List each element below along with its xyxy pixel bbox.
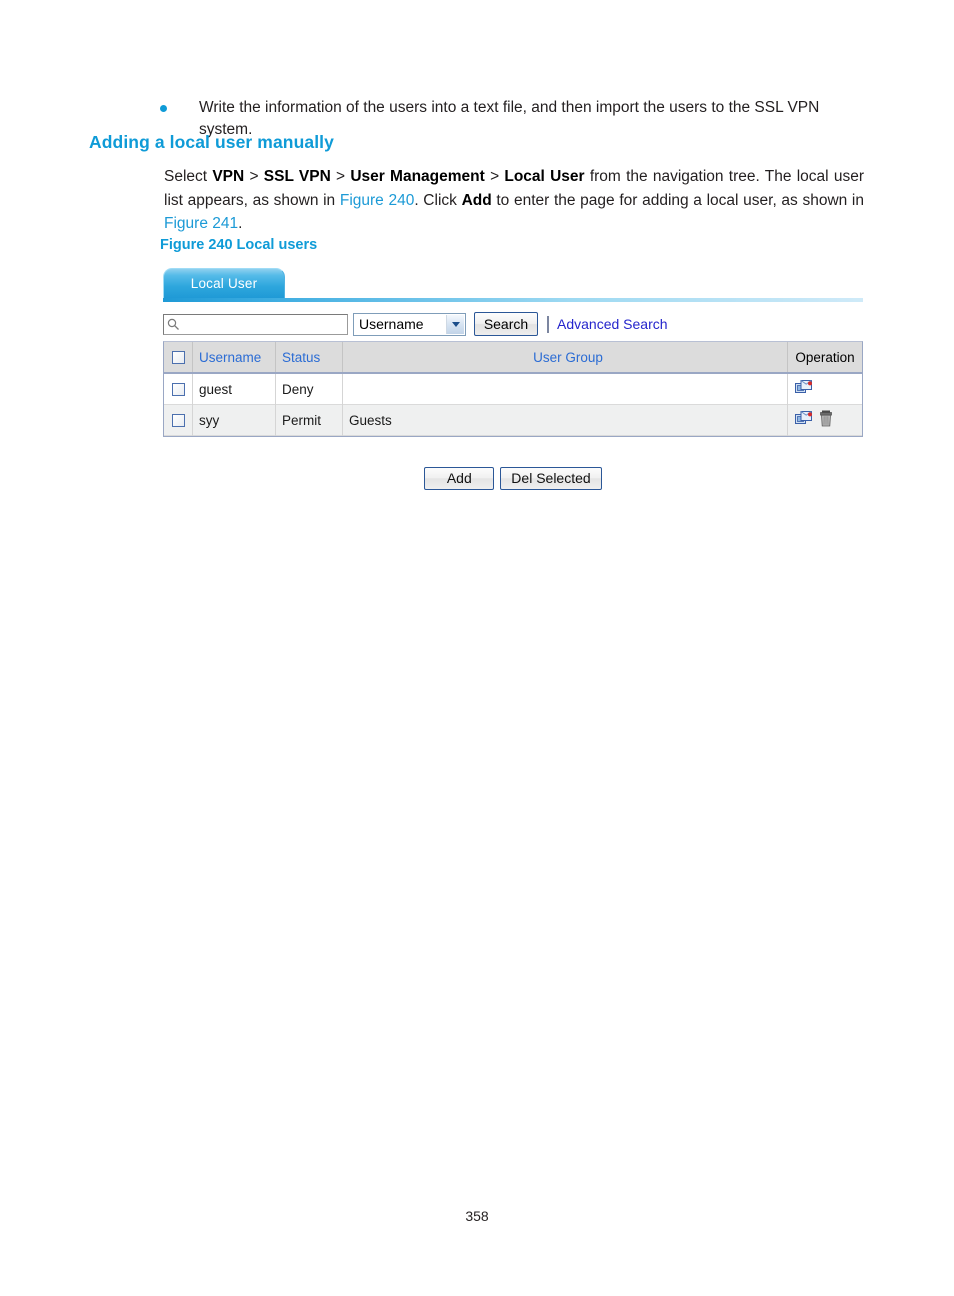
cell-operation — [788, 405, 863, 436]
search-toolbar: Username Search Advanced Search — [163, 307, 863, 341]
row-checkbox[interactable] — [171, 414, 185, 428]
cell-user-group: Guests — [342, 404, 788, 436]
search-field-select[interactable]: Username — [353, 312, 466, 336]
delete-icon[interactable] — [819, 410, 833, 430]
column-header-username[interactable]: Username — [192, 342, 276, 374]
para-text-3: . Click — [414, 191, 462, 209]
local-user-table: Username Status User Group Operation gue… — [164, 342, 862, 436]
row-checkbox[interactable] — [171, 383, 185, 397]
select-all-header — [164, 342, 193, 374]
edit-icon[interactable] — [795, 379, 813, 399]
row-select-cell — [164, 404, 193, 436]
tab-local-user[interactable]: Local User — [163, 268, 285, 298]
cell-status: Permit — [275, 404, 343, 436]
add-button[interactable]: Add — [424, 467, 495, 490]
column-header-user-group[interactable]: User Group — [342, 342, 788, 374]
tab-underline-divider — [163, 298, 863, 302]
table-row[interactable]: guest Deny — [164, 373, 862, 405]
instruction-paragraph: Select VPN > SSL VPN > User Management >… — [164, 165, 864, 236]
table-header: Username Status User Group Operation — [164, 342, 862, 374]
add-button-reference: Add — [461, 191, 492, 209]
bullet-dot-icon — [160, 105, 167, 112]
table-body: guest Deny syy Permit Guests — [164, 373, 862, 436]
page-title: Adding a local user manually — [89, 132, 334, 152]
form-action-buttons: Add Del Selected — [163, 467, 863, 490]
del-selected-button[interactable]: Del Selected — [500, 467, 602, 490]
operation-icons — [788, 410, 862, 430]
advanced-search-link[interactable]: Advanced Search — [557, 316, 668, 332]
column-header-status[interactable]: Status — [275, 342, 343, 374]
nav-sep-3: > — [484, 168, 505, 185]
cell-operation — [788, 373, 863, 405]
row-select-cell — [164, 373, 193, 405]
cell-username: guest — [192, 373, 276, 405]
nav-sep-2: > — [330, 168, 351, 185]
nav-path-ssl-vpn: SSL VPN — [263, 168, 331, 185]
cell-status: Deny — [275, 373, 343, 405]
edit-icon[interactable] — [795, 410, 813, 430]
para-text-4: to enter the page for adding a local use… — [491, 191, 864, 209]
nav-path-vpn: VPN — [212, 168, 245, 185]
para-text-1: Select — [164, 168, 213, 185]
figure-241-crossref[interactable]: Figure 241 — [164, 215, 238, 232]
local-user-table-container: Username Status User Group Operation gue… — [163, 341, 863, 437]
nav-path-user-management: User Management — [350, 168, 485, 185]
chevron-down-icon[interactable] — [446, 314, 464, 334]
cell-user-group — [342, 373, 788, 405]
search-input[interactable] — [182, 314, 345, 334]
search-button[interactable]: Search — [474, 312, 538, 336]
operation-icons — [788, 379, 862, 399]
toolbar-divider — [547, 315, 549, 333]
nav-sep-1: > — [244, 168, 264, 185]
nav-path-local-user: Local User — [504, 168, 585, 185]
table-row[interactable]: syy Permit Guests — [164, 404, 863, 436]
search-icon — [167, 318, 180, 331]
column-header-operation: Operation — [787, 342, 862, 374]
tab-bar: Local User — [163, 268, 863, 302]
figure-240-crossref[interactable]: Figure 240 — [340, 192, 414, 209]
cell-username: syy — [192, 404, 276, 436]
page-number: 358 — [465, 1208, 489, 1224]
table-header-row: Username Status User Group Operation — [164, 342, 862, 374]
select-all-checkbox[interactable] — [171, 351, 185, 365]
para-text-5: . — [238, 215, 243, 232]
screenshot-figure: Local User Username Search Advanced Sear… — [163, 268, 863, 490]
search-input-container[interactable] — [163, 313, 348, 335]
figure-caption: Figure 240 Local users — [160, 237, 318, 253]
